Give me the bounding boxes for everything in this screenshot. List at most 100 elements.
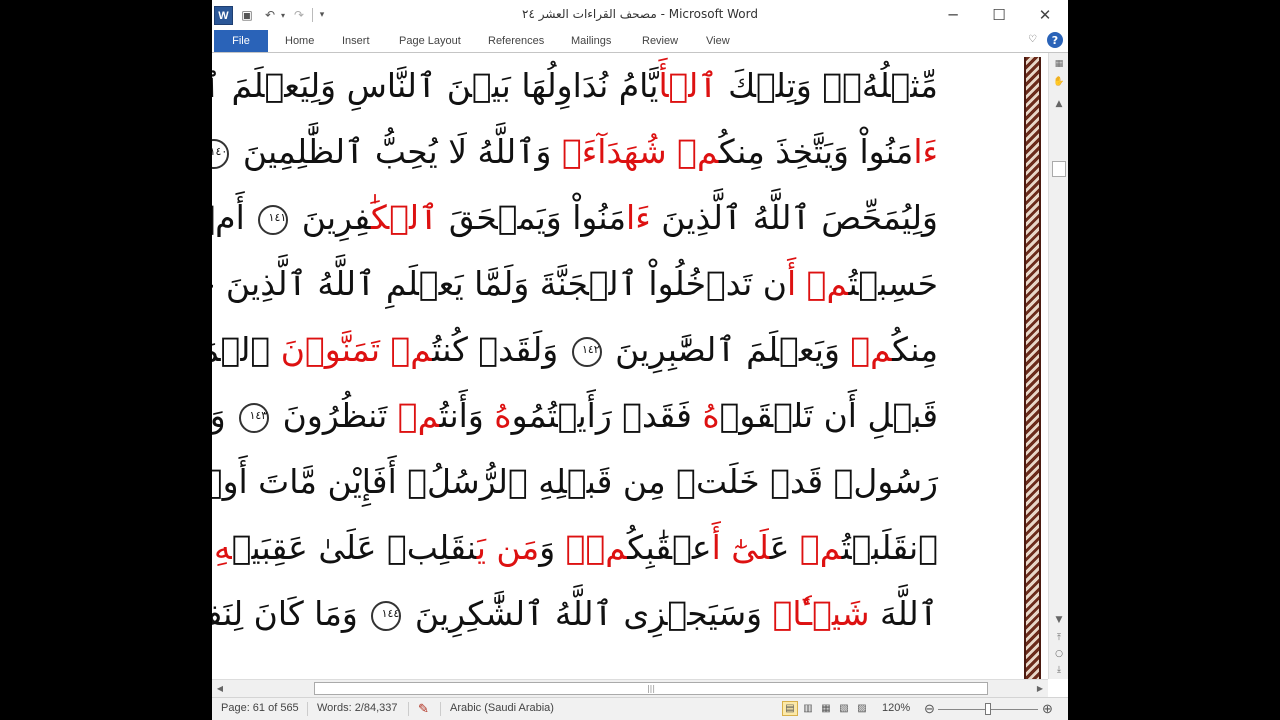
verse-text: قَبۡلِ أَن تَلۡقَوۡ xyxy=(719,396,938,435)
highlighted-text: شُهَدَآءَۗ xyxy=(561,132,678,171)
quran-text[interactable]: مِّثۡلُهُۥۚ وَتِلۡكَ ٱلۡأَيَّامُ نُدَاوِ… xyxy=(212,53,938,647)
verse-text: تَنظُرُونَ xyxy=(272,396,398,435)
previous-page-icon[interactable]: ⤒ xyxy=(1052,631,1066,645)
verse-text: حَسِبۡتُ xyxy=(848,264,938,303)
verse-text: وَمَا مُحَمَّ xyxy=(212,396,226,435)
maximize-button[interactable]: ☐ xyxy=(976,0,1022,30)
highlighted-text: مۡۚ xyxy=(565,528,628,567)
horizontal-scroll-thumb[interactable]: ||| xyxy=(314,682,988,695)
verse-text: ٱنقَلَبۡتُ xyxy=(841,528,938,567)
highlighted-text: مۡ xyxy=(397,396,440,435)
verse-text: عَ xyxy=(769,528,800,567)
minimize-button[interactable]: ─ xyxy=(930,0,976,30)
text-line[interactable]: ٱنقَلَبۡتُمۡ عَلَىٰٓ أَعۡقَٰبِكُمۡۚ وَمَ… xyxy=(214,515,938,581)
verse-text: مِنكُ xyxy=(892,330,938,369)
tab-references[interactable]: References xyxy=(488,30,544,52)
vertical-scrollbar[interactable]: ▦ ✋ ▲ ▼ ⤒ ○ ⤓ xyxy=(1048,53,1068,679)
highlighted-text: لَىٰٓ أَ xyxy=(711,528,770,567)
ribbon-tab-bar: File Home Insert Page Layout References … xyxy=(212,30,1068,53)
highlighted-text: مۡ xyxy=(799,528,842,567)
verse-text: وَ xyxy=(539,528,566,567)
text-line[interactable]: قَبۡلِ أَن تَلۡقَوۡهُ فَقَدۡ رَأَيۡتُمُو… xyxy=(212,383,938,449)
highlighted-text: ٱلۡكَٰ xyxy=(370,198,439,237)
text-line[interactable]: ءَامَنُواْ وَيَتَّخِذَ مِنكُمۡ شُهَدَآءَ… xyxy=(212,119,938,185)
verse-text: رَسُولٞ قَدۡ خَلَتۡ مِن قَبۡلِهِ ٱلرُّسُ… xyxy=(212,462,938,501)
text-line[interactable]: وَلِيُمَحِّصَ ٱللَّهُ ٱلَّذِينَ ءَامَنُو… xyxy=(212,185,938,251)
scroll-left-icon[interactable]: ◀ xyxy=(214,682,226,695)
verse-text: نقَلِبۡ عَلَىٰ عَقِبَيۡ xyxy=(231,528,477,567)
verse-text: مِّثۡلُهُۥۚ وَتِلۡكَ xyxy=(717,66,938,105)
page-ornament-border xyxy=(1024,57,1041,679)
outline-view-icon[interactable]: ▧ xyxy=(836,701,852,716)
document-page[interactable]: مِّثۡلُهُۥۚ وَتِلۡكَ ٱلۡأَيَّامُ نُدَاوِ… xyxy=(212,53,1024,679)
verse-number-marker: ١٤١ xyxy=(258,204,289,235)
status-divider xyxy=(408,702,409,716)
page-count[interactable]: Page: 61 of 565 xyxy=(221,702,299,714)
highlighted-text: مۡ xyxy=(850,330,893,369)
text-line[interactable]: مِنكُمۡ وَيَعۡلَمَ ٱلصَّٰبِرِينَ ١٤٢ وَل… xyxy=(212,317,938,383)
full-screen-reading-icon[interactable]: ▥ xyxy=(800,701,816,716)
document-area: مِّثۡلُهُۥۚ وَتِلۡكَ ٱلۡأَيَّامُ نُدَاوِ… xyxy=(212,53,1068,679)
verse-text: مَنُواْ وَيَمۡحَقَ xyxy=(438,198,627,237)
zoom-level[interactable]: 120% xyxy=(882,702,910,714)
highlighted-text: مۡ أَ xyxy=(787,264,849,303)
view-ruler-icon[interactable]: ▦ xyxy=(1052,57,1066,71)
verse-text: أَمۡ xyxy=(212,198,245,237)
verse-text: وَلَقَدۡ كُنتُ xyxy=(432,330,569,369)
scroll-right-icon[interactable]: ▶ xyxy=(1034,682,1046,695)
verse-number-marker: ١٤٠ xyxy=(212,138,230,169)
verse-text: فِرِينَ xyxy=(291,198,371,237)
text-line[interactable]: رَسُولٞ قَدۡ خَلَتۡ مِن قَبۡلِهِ ٱلرُّسُ… xyxy=(212,449,938,515)
verse-text: ٱللَّهَ xyxy=(869,594,938,633)
status-bar: Page: 61 of 565 Words: 2/84,337 ✎ Arabic… xyxy=(212,697,1068,720)
tab-home[interactable]: Home xyxy=(285,30,314,52)
tab-page-layout[interactable]: Page Layout xyxy=(399,30,461,52)
zoom-slider-thumb[interactable] xyxy=(985,703,991,715)
verse-text: وَلِيُمَحِّصَ ٱللَّهُ ٱلَّذِينَ xyxy=(650,198,938,237)
tab-insert[interactable]: Insert xyxy=(342,30,370,52)
word-window: W ▣ ↶ ▾ ↷ ▾ مصحف القراءات العشر ٢٤ - Mic… xyxy=(212,0,1068,720)
verse-text: يَّامُ نُدَاوِلُهَا بَيۡنَ ٱلنَّاسِ وَلِ… xyxy=(212,66,659,105)
text-line[interactable]: ٱللَّهَ شَيۡـٔٗاۗ وَسَيَجۡزِى ٱللَّهُ ٱل… xyxy=(212,581,938,647)
next-page-icon[interactable]: ⤓ xyxy=(1052,663,1066,677)
tab-file[interactable]: File xyxy=(214,30,268,52)
scroll-up-icon[interactable]: ▲ xyxy=(1052,97,1066,111)
zoom-out-icon[interactable]: ⊖ xyxy=(924,701,935,717)
pan-icon[interactable]: ✋ xyxy=(1052,75,1066,89)
highlighted-text: مۡ xyxy=(390,330,433,369)
browse-object-icon[interactable]: ○ xyxy=(1052,647,1066,661)
tab-view[interactable]: View xyxy=(706,30,730,52)
highlighted-text: ءَا xyxy=(626,198,651,237)
tab-review[interactable]: Review xyxy=(642,30,678,52)
verse-number-marker: ١٤٢ xyxy=(571,336,602,367)
verse-text: وَأَنتُ xyxy=(439,396,495,435)
tab-mailings[interactable]: Mailings xyxy=(571,30,611,52)
verse-text: عۡقَٰبِكُ xyxy=(627,528,712,567)
verse-number-marker: ١٤٤ xyxy=(371,600,402,631)
web-layout-icon[interactable]: ▦ xyxy=(818,701,834,716)
close-button[interactable]: ✕ xyxy=(1022,0,1068,30)
draft-view-icon[interactable]: ▨ xyxy=(854,701,870,716)
horizontal-scrollbar[interactable]: ◀ ||| ▶ xyxy=(212,679,1048,697)
highlighted-text: مۡ xyxy=(677,132,719,171)
word-count[interactable]: Words: 2/84,337 xyxy=(317,702,398,714)
text-line[interactable]: مِّثۡلُهُۥۚ وَتِلۡكَ ٱلۡأَيَّامُ نُدَاوِ… xyxy=(212,53,938,119)
help-icon[interactable]: ? xyxy=(1047,32,1063,48)
status-divider xyxy=(440,702,441,716)
proofing-icon[interactable]: ✎ xyxy=(418,701,429,717)
highlighted-text: ءَا xyxy=(913,132,938,171)
verse-text: وَٱللَّهُ لَا يُحِبُّ ٱلظَّٰلِمِينَ xyxy=(232,132,562,171)
verse-number-marker: ١٤٣ xyxy=(239,402,270,433)
verse-text: ٱلۡمَوۡتَ مِن xyxy=(212,330,271,369)
print-layout-icon[interactable]: ▤ xyxy=(782,701,798,716)
verse-text: وَسَيَجۡزِى ٱللَّهُ ٱلشَّٰكِرِينَ xyxy=(404,594,773,633)
minimize-ribbon-icon[interactable]: ♡ xyxy=(1028,34,1037,45)
scroll-down-icon[interactable]: ▼ xyxy=(1052,613,1066,627)
zoom-in-icon[interactable]: ⊕ xyxy=(1042,701,1053,717)
language-indicator[interactable]: Arabic (Saudi Arabia) xyxy=(450,702,554,714)
highlighted-text: هِ xyxy=(214,528,232,567)
highlighted-text: هُ xyxy=(494,396,512,435)
vertical-scroll-thumb[interactable] xyxy=(1052,161,1066,177)
text-line[interactable]: حَسِبۡتُمۡ أَن تَدۡخُلُواْ ٱلۡجَنَّةَ وَ… xyxy=(212,251,938,317)
verse-text: وَمَا كَانَ لِنَفۡ xyxy=(212,594,358,633)
